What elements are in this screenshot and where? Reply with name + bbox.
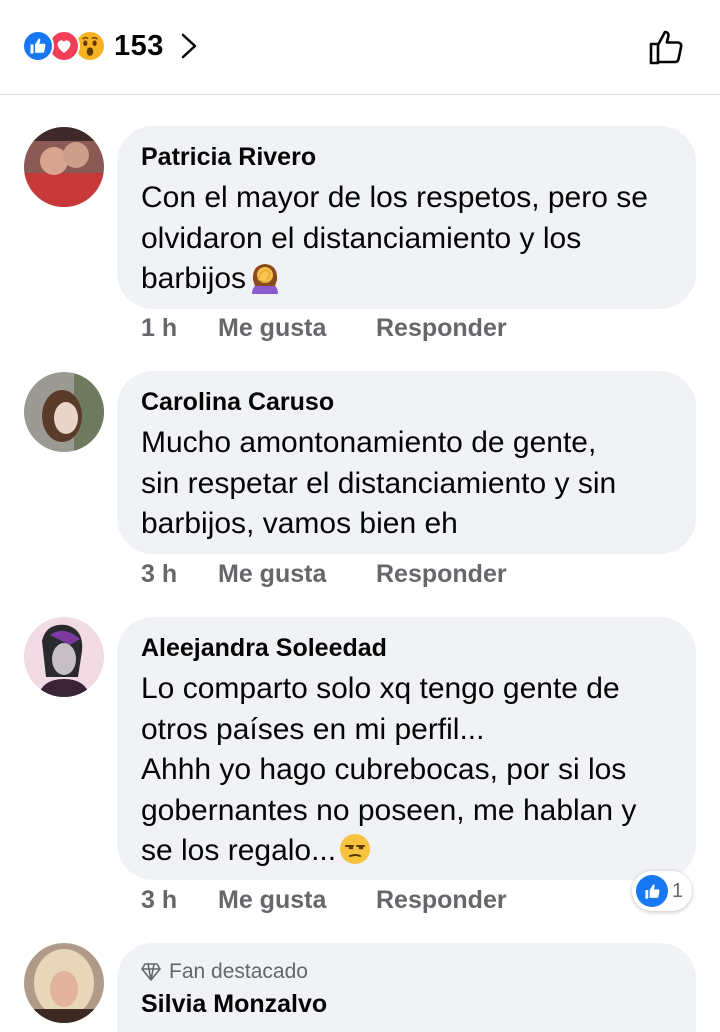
comment-bubble: Fan destacado Silvia Monzalvo <box>117 943 696 1032</box>
comment-actions: 3 h Me gusta Responder <box>141 560 507 589</box>
top-fan-label: Fan destacado <box>169 960 308 983</box>
avatar[interactable] <box>24 127 104 207</box>
reactions-header: 153 <box>0 0 720 95</box>
comment-actions: 1 h Me gusta Responder <box>141 314 507 343</box>
comment-line: sin respetar el distanciamiento y sin <box>141 466 617 500</box>
comment-text: Con el mayor de los respetos, pero se ol… <box>141 178 672 300</box>
like-comment-button[interactable]: Me gusta <box>218 886 376 915</box>
comment-text: Lo comparto solo xq tengo gente de otros… <box>141 669 672 872</box>
like-comment-button[interactable]: Me gusta <box>218 314 376 343</box>
comment-reaction-count: 1 <box>672 879 684 902</box>
comment-author[interactable]: Aleejandra Soleedad <box>141 633 672 663</box>
comment-line: Mucho amontonamiento de gente, <box>141 426 597 459</box>
comment-author[interactable]: Carolina Caruso <box>141 387 672 417</box>
comment-timestamp[interactable]: 3 h <box>141 560 218 589</box>
comment-line: barbijos <box>141 262 247 295</box>
reply-button[interactable]: Responder <box>376 560 507 589</box>
comment-line: otros países en mi perfil... <box>141 712 485 746</box>
comment-line: gobernantes no poseen, me hablan y <box>141 793 637 827</box>
comment-line: Ahhh yo hago cubrebocas, por si los <box>141 753 627 786</box>
like-icon <box>636 875 668 907</box>
avatar[interactable] <box>24 617 104 697</box>
avatar[interactable] <box>24 943 104 1023</box>
reply-button[interactable]: Responder <box>376 314 507 343</box>
like-post-button[interactable] <box>644 24 690 70</box>
comment-author[interactable]: Silvia Monzalvo <box>141 989 672 1019</box>
woman-facepalming-emoji-icon <box>252 264 279 294</box>
comment-bubble: Aleejandra Soleedad Lo comparto solo xq … <box>117 617 696 880</box>
top-fan-badge: Fan destacado <box>141 959 672 985</box>
reply-button[interactable]: Responder <box>376 886 507 915</box>
comment-timestamp[interactable]: 3 h <box>141 886 218 915</box>
like-icon <box>22 30 54 62</box>
comment-line: Con el mayor de los respetos, pero se <box>141 181 648 214</box>
thumbs-up-outline-icon <box>649 30 683 65</box>
comment-text: Mucho amontonamiento de gente, sin respe… <box>141 423 672 545</box>
comment-timestamp[interactable]: 1 h <box>141 314 218 343</box>
comment-actions: 3 h Me gusta Responder <box>141 886 507 915</box>
comment-line: olvidaron el distanciamiento y los <box>141 221 582 255</box>
comment-author[interactable]: Patricia Rivero <box>141 142 672 172</box>
diamond-icon <box>141 963 161 981</box>
avatar[interactable] <box>24 372 104 452</box>
comment-line: barbijos, vamos bien eh <box>141 507 458 540</box>
comment-line: Lo comparto solo xq tengo gente de <box>141 672 620 705</box>
comment-reactions-badge[interactable]: 1 <box>632 871 692 911</box>
reaction-count: 153 <box>114 29 164 62</box>
chevron-right-icon[interactable] <box>180 32 200 60</box>
comment-line: se los regalo... <box>141 834 337 867</box>
unamused-face-emoji-icon <box>340 834 371 864</box>
reactions-summary[interactable]: 153 <box>22 28 200 64</box>
comment-bubble: Patricia Rivero Con el mayor de los resp… <box>117 126 696 309</box>
like-comment-button[interactable]: Me gusta <box>218 560 376 589</box>
comment-bubble: Carolina Caruso Mucho amontonamiento de … <box>117 371 696 554</box>
